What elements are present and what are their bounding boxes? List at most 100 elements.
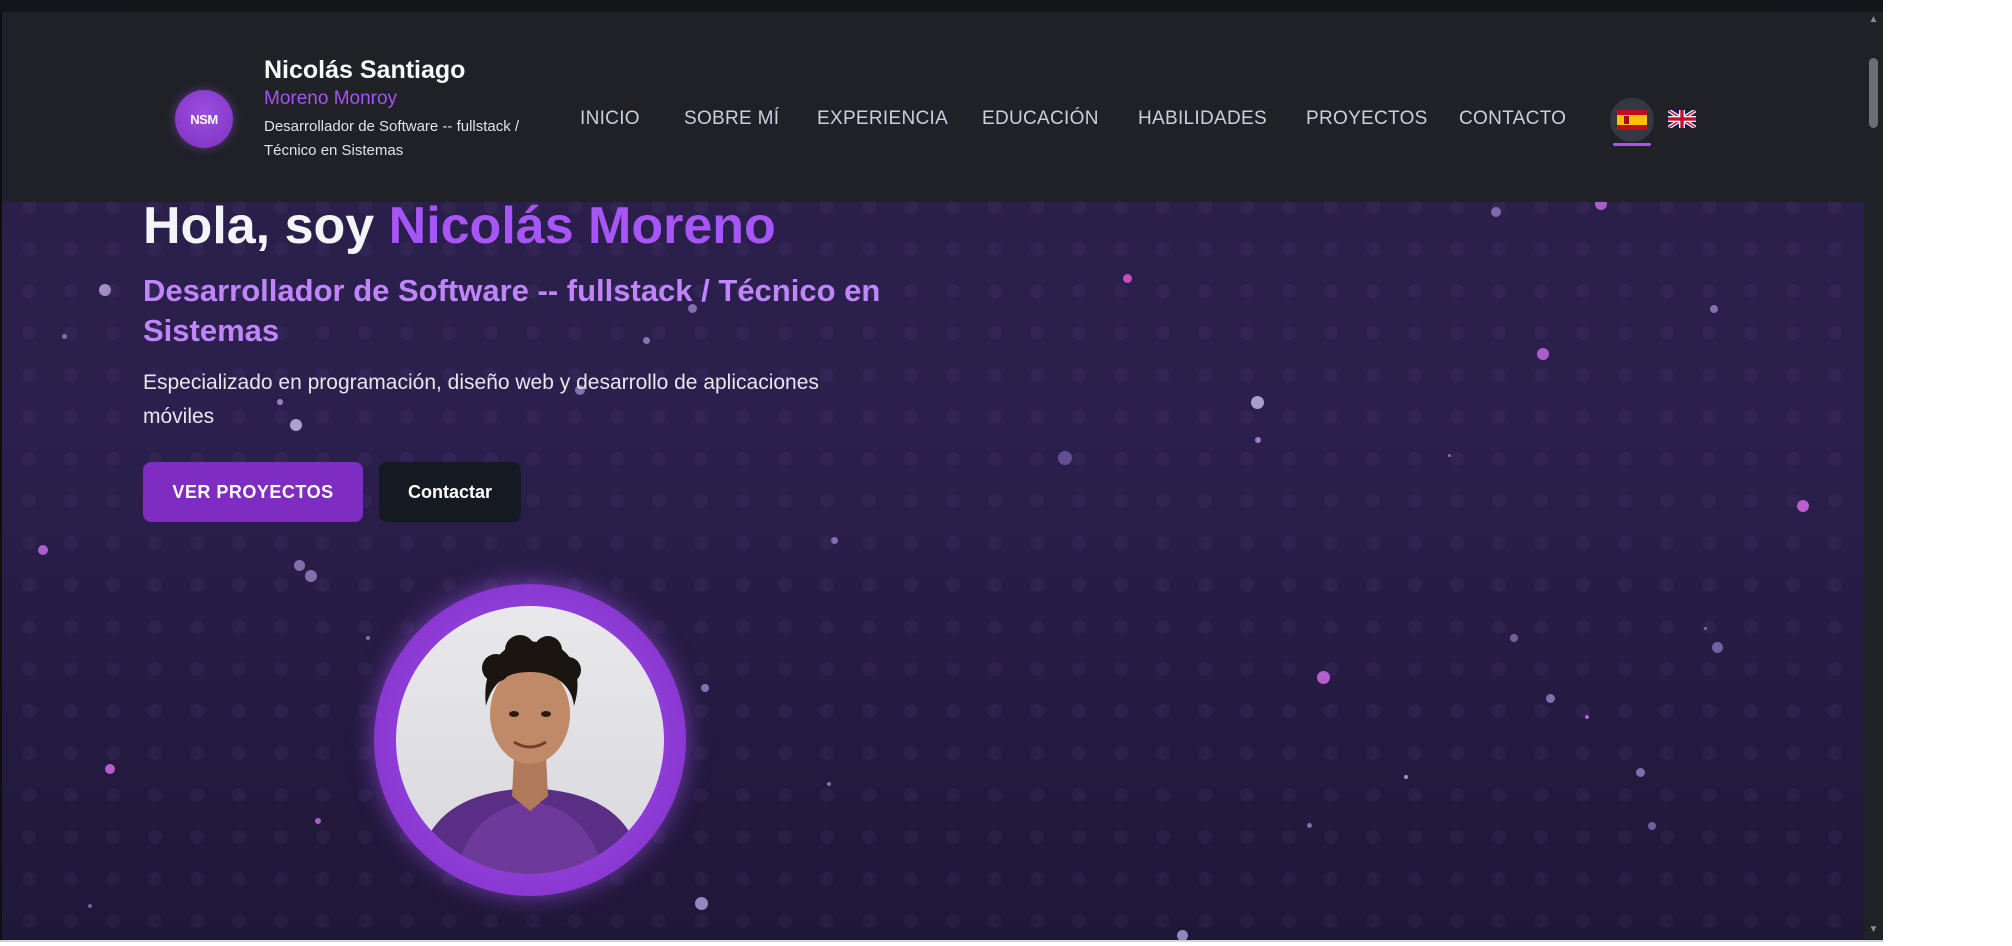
pattern-dot bbox=[1618, 200, 1632, 214]
pattern-dot bbox=[106, 200, 120, 214]
pattern-dot bbox=[1702, 410, 1716, 424]
nav-item-educacion[interactable]: EDUCACIÓN bbox=[982, 108, 1099, 130]
pattern-dot bbox=[1618, 284, 1632, 298]
pattern-dot bbox=[1408, 746, 1422, 760]
pattern-dot bbox=[1786, 788, 1800, 802]
nav-item-experiencia[interactable]: EXPERIENCIA bbox=[817, 108, 948, 130]
pattern-dot bbox=[1324, 368, 1338, 382]
pattern-dot bbox=[148, 830, 162, 844]
pattern-dot bbox=[1660, 452, 1674, 466]
pattern-dot bbox=[1534, 326, 1548, 340]
browser-viewport: Hola, soy Nicolás Moreno Desarrollador d… bbox=[0, 0, 1883, 940]
pattern-dot bbox=[1324, 242, 1338, 256]
pattern-dot bbox=[1744, 410, 1758, 424]
pattern-dot bbox=[106, 242, 120, 256]
pattern-dot bbox=[1072, 410, 1086, 424]
pattern-dot bbox=[1030, 452, 1044, 466]
language-en-button[interactable] bbox=[1666, 108, 1698, 130]
pattern-dot bbox=[1366, 452, 1380, 466]
pattern-dot bbox=[862, 620, 876, 634]
pattern-dot bbox=[22, 200, 36, 214]
view-projects-button[interactable]: VER PROYECTOS bbox=[143, 462, 363, 522]
pattern-dot bbox=[1030, 200, 1044, 214]
pattern-dot bbox=[148, 578, 162, 592]
pattern-dot bbox=[1660, 872, 1674, 886]
pattern-dot bbox=[862, 914, 876, 928]
nav-item-inicio[interactable]: INICIO bbox=[580, 108, 640, 130]
particle-dot bbox=[1537, 348, 1549, 360]
pattern-dot bbox=[1534, 662, 1548, 676]
pattern-dot bbox=[652, 914, 666, 928]
pattern-dot bbox=[1576, 368, 1590, 382]
pattern-dot bbox=[946, 830, 960, 844]
pattern-dot bbox=[1660, 746, 1674, 760]
pattern-dot bbox=[1240, 746, 1254, 760]
pattern-dot bbox=[1744, 578, 1758, 592]
pattern-dot bbox=[1576, 494, 1590, 508]
pattern-dot bbox=[526, 536, 540, 550]
pattern-dot bbox=[1660, 368, 1674, 382]
pattern-dot bbox=[1030, 284, 1044, 298]
nav-item-habilidades[interactable]: HABILIDADES bbox=[1138, 108, 1267, 130]
pattern-dot bbox=[904, 410, 918, 424]
pattern-dot bbox=[946, 872, 960, 886]
pattern-dot bbox=[1282, 284, 1296, 298]
site-logo[interactable]: NSM bbox=[175, 90, 233, 148]
pattern-dot bbox=[1492, 872, 1506, 886]
vertical-scrollbar[interactable]: ▲ ▼ bbox=[1864, 12, 1883, 940]
pattern-dot bbox=[64, 620, 78, 634]
pattern-dot bbox=[232, 662, 246, 676]
pattern-dot bbox=[1324, 872, 1338, 886]
pattern-dot bbox=[316, 872, 330, 886]
pattern-dot bbox=[274, 872, 288, 886]
pattern-dot bbox=[1744, 536, 1758, 550]
pattern-dot bbox=[946, 914, 960, 928]
pattern-dot bbox=[1366, 662, 1380, 676]
contact-button[interactable]: Contactar bbox=[379, 462, 521, 522]
pattern-dot bbox=[1744, 284, 1758, 298]
pattern-dot bbox=[1702, 494, 1716, 508]
nav-item-sobre-mi[interactable]: SOBRE MÍ bbox=[684, 108, 779, 130]
pattern-dot bbox=[64, 746, 78, 760]
pattern-dot bbox=[652, 536, 666, 550]
scroll-down-arrow-icon[interactable]: ▼ bbox=[1864, 924, 1883, 938]
language-es-button[interactable] bbox=[1610, 98, 1654, 142]
pattern-dot bbox=[862, 494, 876, 508]
pattern-dot bbox=[1828, 620, 1842, 634]
pattern-dot bbox=[1786, 452, 1800, 466]
pattern-dot bbox=[1450, 326, 1464, 340]
scroll-up-arrow-icon[interactable]: ▲ bbox=[1864, 14, 1883, 28]
pattern-dot bbox=[22, 746, 36, 760]
es-flag-icon bbox=[1617, 110, 1647, 130]
pattern-dot bbox=[316, 578, 330, 592]
pattern-dot bbox=[904, 494, 918, 508]
pattern-dot bbox=[1618, 536, 1632, 550]
pattern-dot bbox=[274, 536, 288, 550]
pattern-dot bbox=[1072, 368, 1086, 382]
nav-item-proyectos[interactable]: PROYECTOS bbox=[1306, 108, 1428, 130]
pattern-dot bbox=[988, 536, 1002, 550]
nav-item-contacto[interactable]: CONTACTO bbox=[1459, 108, 1566, 130]
pattern-dot bbox=[1786, 536, 1800, 550]
pattern-dot bbox=[484, 536, 498, 550]
pattern-dot bbox=[1156, 368, 1170, 382]
pattern-dot bbox=[1114, 578, 1128, 592]
pattern-dot bbox=[1702, 368, 1716, 382]
pattern-dot bbox=[1576, 788, 1590, 802]
pattern-dot bbox=[1030, 326, 1044, 340]
pattern-dot bbox=[1618, 494, 1632, 508]
pattern-dot bbox=[1450, 872, 1464, 886]
pattern-dot bbox=[652, 620, 666, 634]
pattern-dot bbox=[988, 578, 1002, 592]
brand-role: Desarrollador de Software -- fullstack /… bbox=[264, 118, 520, 159]
pattern-dot bbox=[1366, 746, 1380, 760]
pattern-dot bbox=[1408, 620, 1422, 634]
scrollbar-thumb[interactable] bbox=[1869, 58, 1878, 128]
pattern-dot bbox=[1744, 326, 1758, 340]
pattern-dot bbox=[148, 704, 162, 718]
pattern-dot bbox=[1156, 410, 1170, 424]
pattern-dot bbox=[946, 452, 960, 466]
pattern-dot bbox=[1198, 326, 1212, 340]
pattern-dot bbox=[904, 242, 918, 256]
pattern-dot bbox=[1534, 494, 1548, 508]
